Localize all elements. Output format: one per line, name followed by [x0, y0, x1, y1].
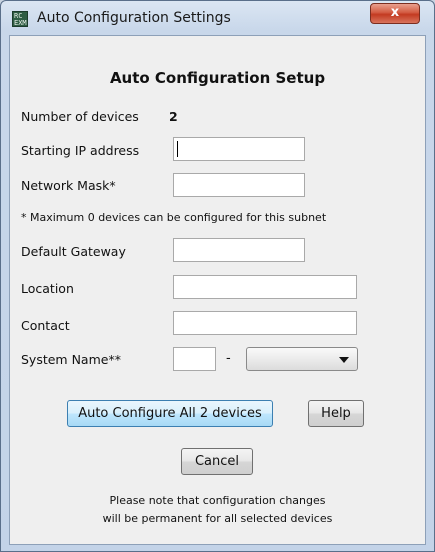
default-gateway-label: Default Gateway [21, 244, 126, 259]
contact-label: Contact [21, 318, 70, 333]
cancel-button[interactable]: Cancel [181, 448, 253, 475]
auto-configuration-window: RC EXM Auto Configuration Settings x Aut… [0, 0, 435, 552]
system-name-label: System Name** [21, 352, 121, 367]
starting-ip-label: Starting IP address [21, 143, 140, 158]
title-bar[interactable]: RC EXM Auto Configuration Settings x [1, 1, 434, 35]
starting-ip-input[interactable] [173, 137, 305, 161]
auto-configure-button[interactable]: Auto Configure All 2 devices [67, 400, 273, 427]
close-icon: x [390, 5, 400, 20]
form-heading: Auto Configuration Setup [109, 69, 326, 87]
system-name-separator: - [226, 351, 231, 366]
subnet-note: * Maximum 0 devices can be configured fo… [21, 211, 327, 224]
close-button[interactable]: x [370, 3, 420, 24]
footer-note-line-1: Please note that configuration changes [109, 494, 326, 507]
chevron-down-icon [339, 357, 349, 363]
system-name-suffix-dropdown[interactable] [246, 347, 358, 371]
footer-note-line-2: will be permanent for all selected devic… [102, 512, 333, 525]
dialog-content: Auto Configuration Setup Number of devic… [9, 35, 426, 545]
number-of-devices-value: 2 [169, 109, 178, 124]
text-caret [177, 141, 178, 157]
network-mask-label: Network Mask* [21, 178, 116, 193]
contact-input[interactable] [173, 311, 357, 335]
system-name-input[interactable] [173, 347, 216, 371]
window-title: Auto Configuration Settings [37, 10, 231, 26]
network-mask-input[interactable] [173, 173, 305, 197]
default-gateway-input[interactable] [173, 238, 305, 262]
location-label: Location [21, 281, 74, 296]
location-input[interactable] [173, 275, 357, 299]
app-icon: RC EXM [12, 11, 28, 27]
number-of-devices-label: Number of devices [21, 109, 139, 124]
help-button[interactable]: Help [308, 400, 364, 427]
